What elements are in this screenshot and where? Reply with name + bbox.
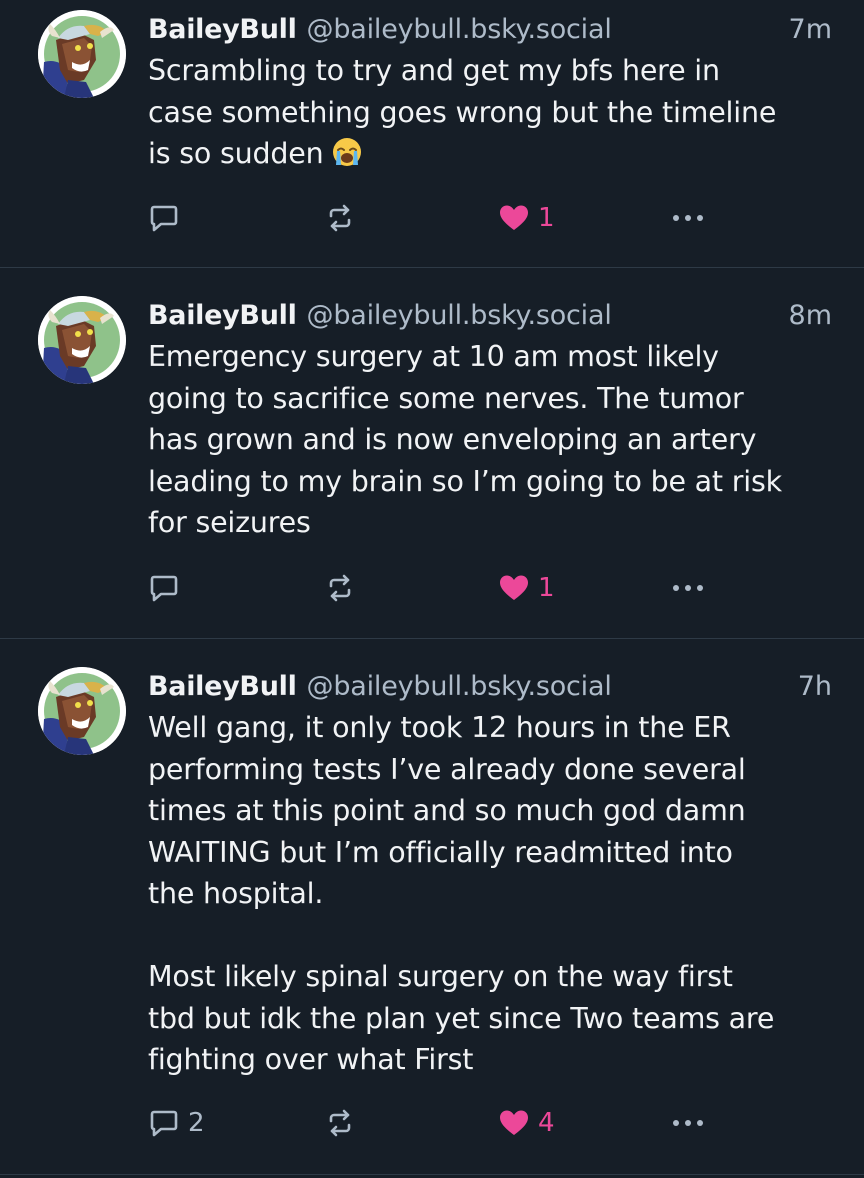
reply-icon xyxy=(148,572,180,604)
reply-icon xyxy=(148,202,180,234)
feed: BaileyBull @baileybull.bsky.social 7m Sc… xyxy=(0,0,864,1175)
post-actions: 2 4 xyxy=(148,1103,708,1143)
heart-icon xyxy=(498,1107,530,1139)
reply-button[interactable] xyxy=(148,568,188,608)
repost-button[interactable] xyxy=(324,198,364,238)
repost-icon xyxy=(324,1107,356,1139)
post-text: Well gang, it only took 12 hours in the … xyxy=(148,711,775,1076)
post-content: BaileyBull @baileybull.bsky.social 7h We… xyxy=(148,669,832,1081)
loudly-crying-face-icon xyxy=(333,138,362,166)
author-name[interactable]: BaileyBull xyxy=(148,669,297,705)
post[interactable]: BaileyBull @baileybull.bsky.social 7m Sc… xyxy=(0,0,864,268)
like-count: 1 xyxy=(538,203,555,233)
post-actions: 1 xyxy=(148,198,708,238)
author-handle[interactable]: @baileybull.bsky.social xyxy=(307,12,612,48)
heart-icon xyxy=(498,202,530,234)
reply-button[interactable]: 2 xyxy=(148,1103,205,1143)
more-options-button[interactable] xyxy=(670,198,706,238)
post-header: BaileyBull @baileybull.bsky.social 8m xyxy=(148,298,832,334)
ellipsis-icon xyxy=(670,212,706,224)
avatar-image xyxy=(38,667,126,755)
post-timestamp[interactable]: 8m xyxy=(789,298,832,334)
author-name[interactable]: BaileyBull xyxy=(148,298,297,334)
post-timestamp[interactable]: 7m xyxy=(789,12,832,48)
author-handle[interactable]: @baileybull.bsky.social xyxy=(307,669,612,705)
repost-button[interactable] xyxy=(324,1103,364,1143)
post-text: Scrambling to try and get my bfs here in… xyxy=(148,50,832,175)
repost-icon xyxy=(324,202,356,234)
avatar[interactable] xyxy=(38,10,126,98)
reply-icon xyxy=(148,1107,180,1139)
avatar-image xyxy=(38,296,126,384)
ellipsis-icon xyxy=(670,1117,706,1129)
like-button[interactable]: 1 xyxy=(498,568,555,608)
post-text-body: Scrambling to try and get my bfs here in… xyxy=(148,54,777,170)
author-name[interactable]: BaileyBull xyxy=(148,12,297,48)
post[interactable]: BaileyBull @baileybull.bsky.social 7h We… xyxy=(0,639,864,1175)
post-header: BaileyBull @baileybull.bsky.social 7m xyxy=(148,12,832,48)
repost-icon xyxy=(324,572,356,604)
post-text: Emergency surgery at 10 am most likely g… xyxy=(148,340,782,539)
reply-count: 2 xyxy=(188,1108,205,1138)
ellipsis-icon xyxy=(670,582,706,594)
like-button[interactable]: 1 xyxy=(498,198,555,238)
post-content: BaileyBull @baileybull.bsky.social 7m Sc… xyxy=(148,12,832,175)
post-content: BaileyBull @baileybull.bsky.social 8m Em… xyxy=(148,298,832,544)
post-actions: 1 xyxy=(148,568,708,608)
post-timestamp[interactable]: 7h xyxy=(798,669,832,705)
avatar[interactable] xyxy=(38,667,126,755)
post[interactable]: BaileyBull @baileybull.bsky.social 8m Em… xyxy=(0,268,864,639)
reply-button[interactable] xyxy=(148,198,188,238)
more-options-button[interactable] xyxy=(670,568,706,608)
avatar[interactable] xyxy=(38,296,126,384)
post-header: BaileyBull @baileybull.bsky.social 7h xyxy=(148,669,832,705)
heart-icon xyxy=(498,572,530,604)
like-count: 4 xyxy=(538,1108,555,1138)
author-handle[interactable]: @baileybull.bsky.social xyxy=(307,298,612,334)
avatar-image xyxy=(38,10,126,98)
like-button[interactable]: 4 xyxy=(498,1103,555,1143)
like-count: 1 xyxy=(538,573,555,603)
repost-button[interactable] xyxy=(324,568,364,608)
more-options-button[interactable] xyxy=(670,1103,706,1143)
